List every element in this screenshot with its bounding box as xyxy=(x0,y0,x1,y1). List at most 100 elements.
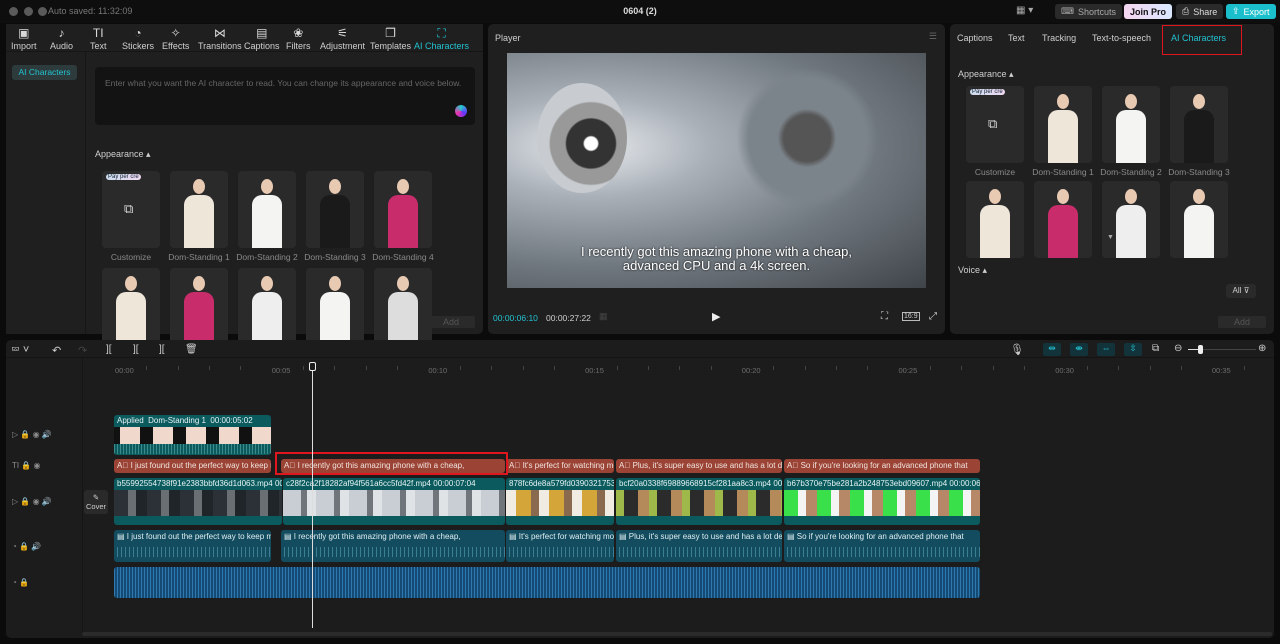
video-clip[interactable]: b55992554738f91e2383bbfd36d1d063.mp4 00 xyxy=(114,478,282,525)
avatar-card[interactable] xyxy=(966,181,1024,258)
minimize-window-button[interactable] xyxy=(24,7,33,16)
aspect-ratio-button[interactable]: 16:9 xyxy=(902,312,920,321)
avatar-card[interactable] xyxy=(170,171,228,248)
close-window-button[interactable] xyxy=(9,7,18,16)
shortcuts-button[interactable]: ⌨ Shortcuts xyxy=(1055,4,1123,19)
tab-captions[interactable]: Captions xyxy=(957,33,993,43)
appearance-heading[interactable]: Appearance ▴ xyxy=(95,149,151,160)
lock-icon[interactable]: 🔒 xyxy=(20,430,30,439)
lock-icon[interactable]: 🔒 xyxy=(19,578,29,587)
eye-icon[interactable]: ◉ xyxy=(33,430,40,439)
text-clip[interactable]: A⃞ I just found out the perfect way to k… xyxy=(114,459,271,473)
voice-filter-button[interactable]: All ⊽ xyxy=(1226,284,1256,298)
tab-text[interactable]: Text xyxy=(1008,33,1025,43)
avatar-card[interactable]: ⧉ Pay per cre xyxy=(102,171,160,248)
audio-icon[interactable]: 🔊 xyxy=(42,497,52,506)
tab-effects[interactable]: ✧ Effects xyxy=(162,26,189,51)
layout-icon[interactable]: ▦ ▾ xyxy=(1016,5,1033,16)
auto-snap-icon[interactable]: ⇼ xyxy=(1070,343,1088,356)
eye-icon[interactable]: ◉ xyxy=(34,461,41,470)
zoom-fit-icon[interactable]: ⛶ xyxy=(881,311,888,322)
tab-captions[interactable]: ▤ Captions xyxy=(244,26,280,51)
avatar-card[interactable]: ⧉ Pay per cre xyxy=(966,86,1024,163)
chevron-down-icon[interactable]: ▼ xyxy=(1107,234,1114,241)
avatar-card[interactable] xyxy=(102,268,160,345)
avatar-clip[interactable]: Applied Dom-Standing 1 00:00:05:02 xyxy=(114,415,271,455)
tab-import[interactable]: ▣ Import xyxy=(11,26,37,51)
caption-audio-clip[interactable]: ▤ So if you're looking for an advanced p… xyxy=(784,530,980,562)
select-tool-icon[interactable]: ⮹ ˅ xyxy=(11,344,29,357)
join-pro-button[interactable]: Join Pro xyxy=(1124,4,1173,19)
appearance-heading[interactable]: Appearance ▴ xyxy=(958,69,1014,80)
tab-stickers[interactable]: ◔ Stickers xyxy=(122,26,154,51)
cover-button[interactable]: ✎ Cover xyxy=(84,490,108,514)
waveform-toggle-icon[interactable]: ▦ xyxy=(599,311,608,322)
tab-text[interactable]: TI Text xyxy=(90,26,107,51)
tab-filters[interactable]: ❀ Filters xyxy=(286,26,311,51)
caption-audio-clip[interactable]: ▤ It's perfect for watching mov xyxy=(506,530,614,562)
horizontal-scrollbar[interactable] xyxy=(82,632,1272,636)
text-clip[interactable]: A⃞ It's perfect for watching mo xyxy=(506,459,614,473)
playhead[interactable] xyxy=(312,362,313,628)
tab-text-to-speech[interactable]: Text-to-speech xyxy=(1092,33,1151,43)
tab-ai-characters[interactable]: ⛶ AI Characters xyxy=(414,26,469,51)
avatar-card[interactable] xyxy=(170,268,228,345)
avatar-card[interactable] xyxy=(238,171,296,248)
zoom-in-icon[interactable]: ⊕ xyxy=(1258,343,1266,354)
tab-templates[interactable]: ❒ Templates xyxy=(370,26,411,51)
split-left-icon[interactable]: ][ xyxy=(133,344,139,355)
caption-audio-clip[interactable]: ▤ Plus, it's super easy to use and has a… xyxy=(616,530,782,562)
video-preview[interactable]: I recently got this amazing phone with a… xyxy=(507,53,926,288)
audio-icon[interactable]: 🔊 xyxy=(42,430,52,439)
lock-icon[interactable]: 🔒 xyxy=(21,461,31,470)
avatar-card[interactable] xyxy=(1102,181,1160,258)
video-clip[interactable]: 878fc6de8a579fd039032175340 xyxy=(506,478,614,525)
menu-icon[interactable]: ☰ xyxy=(929,31,937,42)
avatar-card[interactable] xyxy=(1170,181,1228,258)
playhead-handle[interactable] xyxy=(309,362,316,371)
avatar-card[interactable] xyxy=(374,268,432,345)
avatar-card[interactable] xyxy=(238,268,296,345)
video-clip[interactable]: bcf20a0338f69889668915cf281aa8c3.mp4 00: xyxy=(616,478,782,525)
maximize-window-button[interactable] xyxy=(38,7,47,16)
mute-icon[interactable]: 🔊 xyxy=(31,542,41,551)
undo-icon[interactable]: ↶ xyxy=(52,344,61,357)
split-icon[interactable]: ][ xyxy=(106,344,112,355)
fullscreen-icon[interactable]: ⤢ xyxy=(929,311,937,322)
eye-icon[interactable]: ◉ xyxy=(33,497,40,506)
play-button[interactable]: ▶ xyxy=(712,310,720,323)
zoom-slider-handle[interactable] xyxy=(1198,345,1203,354)
tab-adjustment[interactable]: ⚟ Adjustment xyxy=(320,26,365,51)
main-track-magnet-icon[interactable]: ⇹ xyxy=(1043,343,1061,356)
microphone-icon[interactable]: 🎙 xyxy=(1010,343,1024,356)
linkage-icon[interactable]: ⇔ xyxy=(1097,343,1115,356)
lock-icon[interactable]: 🔒 xyxy=(19,542,29,551)
avatar-card[interactable] xyxy=(374,171,432,248)
text-clip[interactable]: A⃞ Plus, it's super easy to use and has … xyxy=(616,459,782,473)
add-button[interactable]: Add xyxy=(427,316,475,328)
voice-heading[interactable]: Voice ▴ xyxy=(958,265,987,276)
tab-audio[interactable]: ♪ Audio xyxy=(50,26,73,51)
video-clip[interactable]: c28f2ca2f18282af94f561a6cc5fd42f.mp4 00:… xyxy=(283,478,505,525)
script-textarea[interactable]: Enter what you want the AI character to … xyxy=(95,67,475,125)
zoom-out-icon[interactable]: ⊖ xyxy=(1174,343,1182,354)
preview-quality-icon[interactable]: ⧉ xyxy=(1152,343,1159,354)
text-clip[interactable]: A⃞ So if you're looking for an advanced … xyxy=(784,459,980,473)
tab-tracking[interactable]: Tracking xyxy=(1042,33,1076,43)
lock-icon[interactable]: 🔒 xyxy=(20,497,30,506)
ai-voice-icon[interactable] xyxy=(455,105,467,117)
caption-audio-clip[interactable]: ▤ I just found out the perfect way to ke… xyxy=(114,530,271,562)
avatar-card[interactable] xyxy=(1034,181,1092,258)
caption-audio-clip[interactable]: ▤ I recently got this amazing phone with… xyxy=(281,530,505,562)
avatar-card[interactable] xyxy=(1170,86,1228,163)
redo-icon[interactable]: ↷ xyxy=(78,344,87,357)
share-button[interactable]: ⎙ Share xyxy=(1176,4,1224,19)
split-right-icon[interactable]: ][ xyxy=(159,344,165,355)
audio-clip[interactable] xyxy=(114,567,980,598)
delete-icon[interactable]: 🗑 xyxy=(185,344,198,355)
avatar-card[interactable] xyxy=(306,171,364,248)
video-clip[interactable]: b67b370e75be281a2b248753ebd09607.mp4 00:… xyxy=(784,478,980,525)
avatar-card[interactable] xyxy=(1102,86,1160,163)
preview-axis-icon[interactable]: ⇳ xyxy=(1124,343,1142,356)
export-button[interactable]: ⇪ Export xyxy=(1226,4,1276,19)
